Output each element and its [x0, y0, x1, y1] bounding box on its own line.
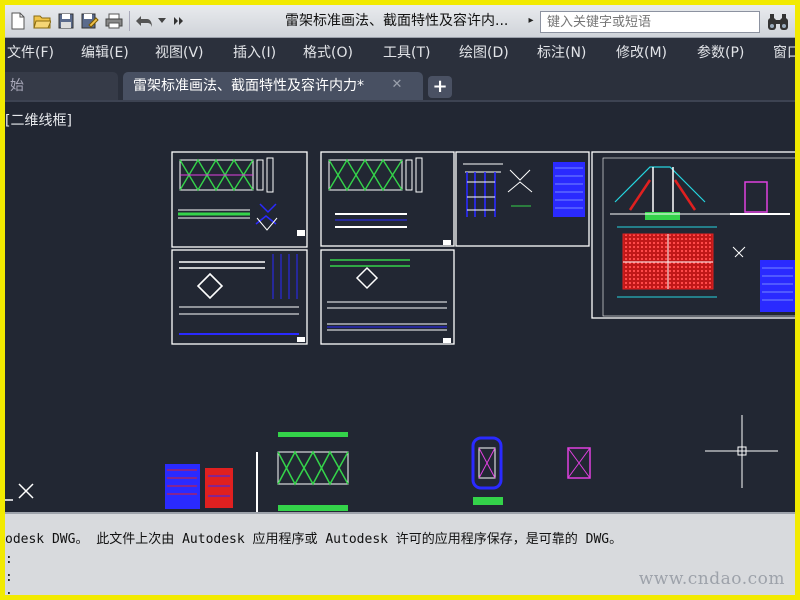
more-tools-icon[interactable] — [171, 11, 187, 31]
loose-part-truss[interactable] — [277, 432, 349, 511]
command-prompt: : — [5, 588, 15, 595]
menu-draw[interactable]: 绘图(D) — [459, 38, 509, 68]
undo-dropdown-icon[interactable] — [155, 11, 169, 31]
viewport-style-label[interactable]: [二维线框] — [5, 110, 72, 130]
command-prompt: : — [5, 570, 13, 585]
tab-active-label: 雷架标准画法、截面特性及容许内力* — [133, 78, 364, 94]
menu-dimension[interactable]: 标注(N) — [537, 38, 586, 68]
drawing-sheet-2[interactable] — [320, 151, 455, 247]
save-as-icon[interactable] — [79, 11, 101, 31]
menu-edit[interactable]: 编辑(E) — [81, 38, 129, 68]
tab-active-drawing[interactable]: 雷架标准画法、截面特性及容许内力* — [123, 72, 423, 100]
save-icon[interactable] — [55, 11, 77, 31]
drawing-sheet-detail[interactable] — [591, 151, 795, 319]
document-tab-bar: 始 雷架标准画法、截面特性及容许内力* ✕ + — [5, 68, 795, 102]
open-file-icon[interactable] — [31, 11, 53, 31]
menu-window[interactable]: 窗口 — [773, 38, 795, 68]
menu-bar: 文件(F) 编辑(E) 视图(V) 插入(I) 格式(O) 工具(T) 绘图(D… — [5, 38, 795, 68]
loose-part-node[interactable] — [471, 436, 503, 505]
drawing-sheet-4[interactable] — [171, 249, 308, 345]
command-line-area[interactable]: odesk DWG。 此文件上次由 Autodesk 应用程序或 Autodes… — [5, 512, 795, 595]
toolbar-separator — [129, 11, 130, 31]
document-title: 雷架标准画法、截面特性及容许内... — [285, 13, 509, 29]
menu-parametric[interactable]: 参数(P) — [697, 38, 744, 68]
add-tab-button[interactable]: + — [428, 76, 452, 98]
menu-insert[interactable]: 插入(I) — [233, 38, 276, 68]
binoculars-icon[interactable] — [765, 10, 791, 34]
title-expand-arrow[interactable]: ▸ — [525, 13, 537, 29]
quick-access-toolbar: 雷架标准画法、截面特性及容许内... ▸ — [5, 5, 795, 38]
undo-icon[interactable] — [133, 11, 155, 31]
menu-view[interactable]: 视图(V) — [155, 38, 204, 68]
drawing-canvas[interactable]: [二维线框] — [5, 102, 795, 512]
new-file-icon[interactable] — [7, 11, 29, 31]
close-tab-icon[interactable]: ✕ — [390, 78, 404, 92]
drawing-content — [5, 151, 795, 512]
command-history-text: odesk DWG。 此文件上次由 Autodesk 应用程序或 Autodes… — [5, 532, 623, 547]
crosshair-cursor — [705, 415, 778, 488]
watermark: www.cndao.com — [638, 569, 785, 589]
command-prompt: : — [5, 552, 13, 567]
tab-start[interactable]: 始 — [5, 72, 118, 100]
drawing-sheet-1[interactable] — [171, 151, 308, 248]
ucs-icon — [5, 483, 34, 501]
loose-part-plate[interactable] — [567, 447, 591, 479]
print-icon[interactable] — [103, 11, 125, 31]
tab-start-label: 始 — [10, 78, 24, 94]
loose-part-schedule[interactable] — [165, 464, 233, 509]
menu-modify[interactable]: 修改(M) — [616, 38, 667, 68]
drawing-sheet-3[interactable] — [455, 151, 590, 247]
menu-tools[interactable]: 工具(T) — [383, 38, 430, 68]
drawing-sheet-5[interactable] — [320, 249, 455, 345]
menu-file[interactable]: 文件(F) — [7, 38, 54, 68]
autocad-window: 雷架标准画法、截面特性及容许内... ▸ 文件(F) 编辑(E) 视图(V) 插… — [5, 5, 795, 595]
menu-format[interactable]: 格式(O) — [303, 38, 353, 68]
search-input[interactable] — [540, 11, 760, 33]
